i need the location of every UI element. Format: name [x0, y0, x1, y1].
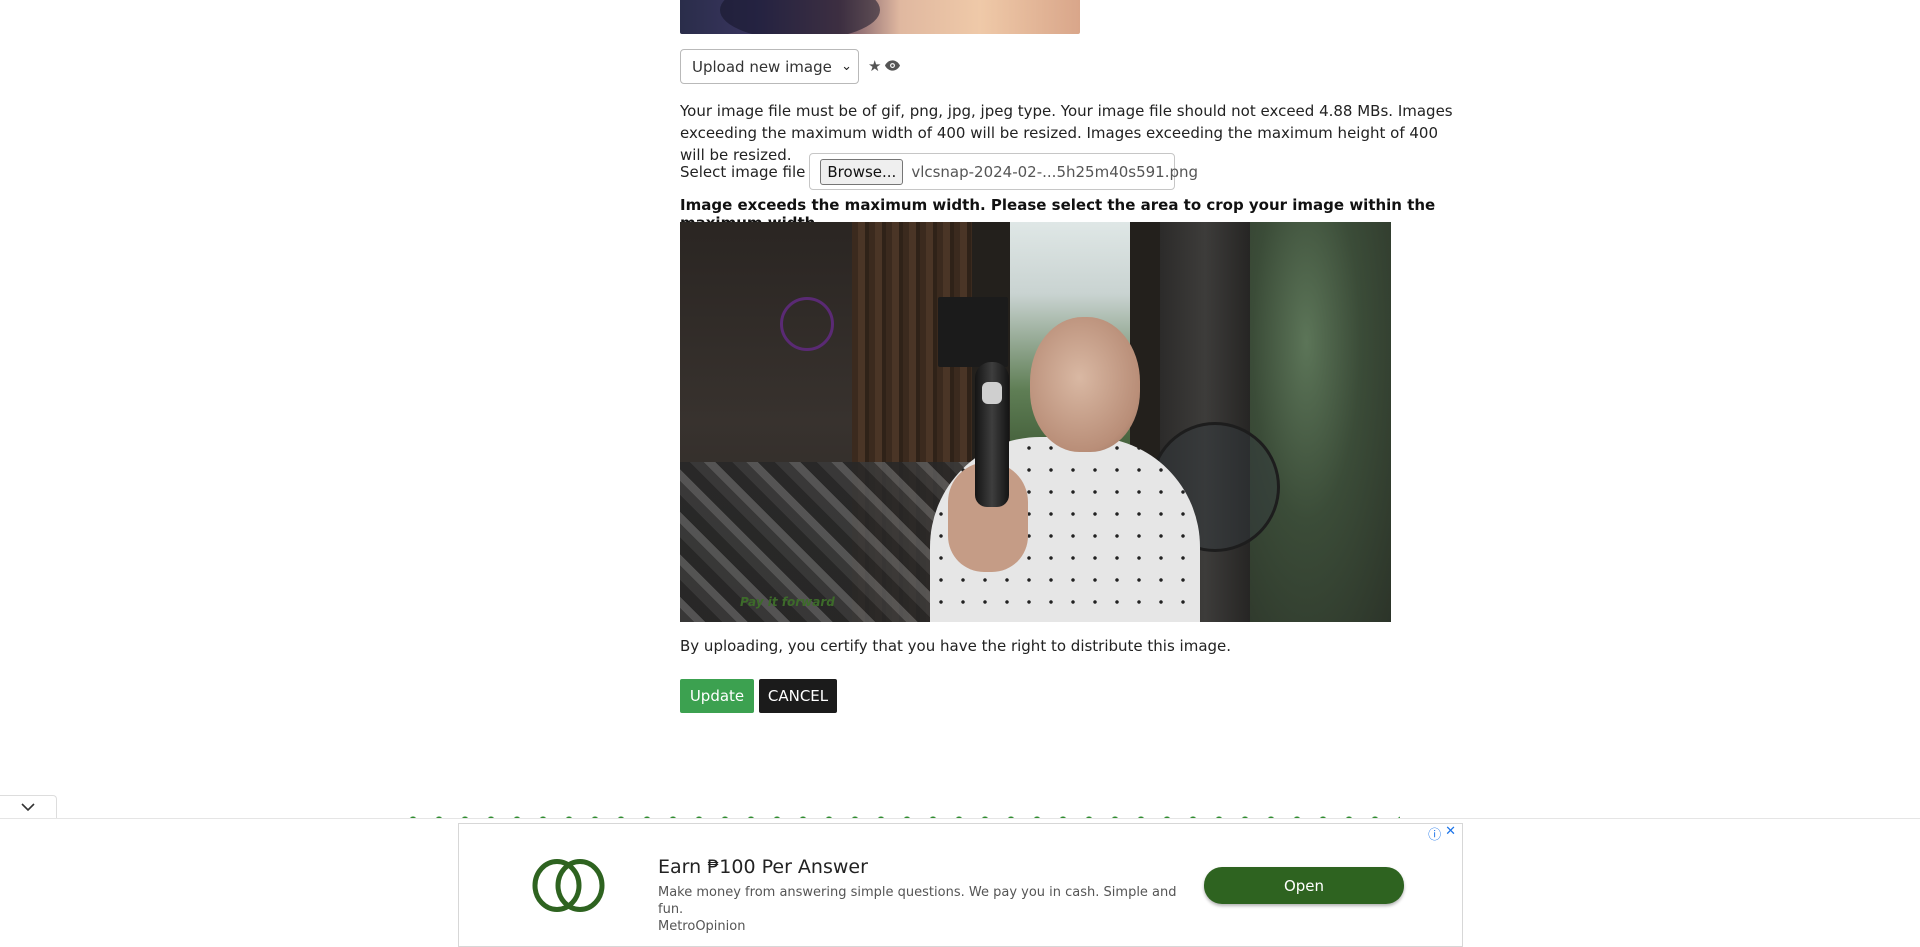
- browse-button[interactable]: Browse...: [820, 158, 904, 185]
- image-action-row: Upload new image ⌄ ★: [680, 49, 901, 84]
- chevron-down-icon: [21, 802, 35, 811]
- select-file-label: Select image file: [680, 162, 806, 181]
- certify-text: By uploading, you certify that you have …: [680, 637, 1232, 655]
- cancel-button[interactable]: CANCEL: [759, 679, 837, 713]
- file-select-row: Select image file Browse... vlcsnap-2024…: [680, 153, 1198, 190]
- ad-title[interactable]: Earn ₱100 Per Answer: [658, 856, 868, 878]
- selected-file-name: vlcsnap-2024-02-...5h25m40s591.png: [911, 162, 1199, 181]
- star-icon[interactable]: ★: [868, 59, 881, 74]
- eye-icon[interactable]: [885, 59, 901, 74]
- file-input[interactable]: Browse... vlcsnap-2024-02-...5h25m40s591…: [809, 153, 1198, 190]
- advertisement[interactable]: ⓘ ✕ Earn ₱100 Per Answer Make money from…: [458, 823, 1463, 947]
- current-image: [680, 0, 1080, 34]
- image-action-select-value: Upload new image: [692, 57, 832, 76]
- update-button[interactable]: Update: [680, 679, 754, 713]
- ad-close-icon[interactable]: ✕: [1445, 824, 1456, 843]
- ad-open-button[interactable]: Open: [1204, 867, 1404, 904]
- ad-advertiser-name: MetroOpinion: [658, 919, 746, 934]
- ad-description: Make money from answering simple questio…: [658, 884, 1178, 935]
- form-actions: Update CANCEL: [680, 679, 837, 713]
- chevron-down-icon: ⌄: [841, 59, 852, 74]
- ad-info-icon[interactable]: ⓘ: [1428, 824, 1441, 843]
- crop-preview-image[interactable]: Pay it forward: [680, 222, 1391, 622]
- collapse-ad-button[interactable]: [0, 795, 57, 818]
- ad-description-text: Make money from answering simple questio…: [658, 885, 1177, 917]
- ad-controls: ⓘ ✕: [1428, 824, 1456, 843]
- image-watermark-text: Pay it forward: [740, 595, 835, 609]
- image-action-select[interactable]: Upload new image ⌄: [680, 49, 859, 84]
- advertiser-logo: [532, 859, 605, 912]
